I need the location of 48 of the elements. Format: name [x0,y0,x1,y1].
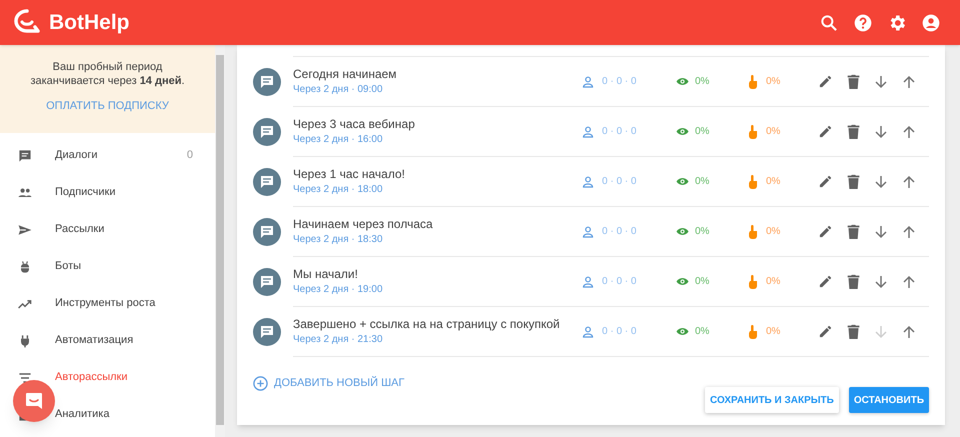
click-rate: 0% [766,175,782,189]
click-rate: 0% [766,325,782,339]
step-schedule: Через 2 дня · 16:00 [293,133,384,147]
view-rate: 0% [695,275,710,289]
nav-item[interactable]: Автоматизация [0,322,215,359]
step-schedule: Через 2 дня · 21:30 [293,333,384,347]
nav-item[interactable]: Боты [0,248,215,285]
click-rate: 0% [766,275,782,289]
click-rate: 0% [766,75,782,89]
nav-item[interactable]: Подписчики [0,174,215,211]
click-rate: 0% [766,125,782,139]
subscriber-stats: 0 · 0 · 0 [602,325,638,339]
nav-label: Инструменты роста [55,296,156,312]
subscriber-stats: 0 · 0 · 0 [602,275,638,289]
nav-item[interactable]: Рассылки [0,211,215,248]
trial-message: Ваш пробный период заканчивается через 14 дней. [29,60,186,88]
logo-text: BotHelp [49,10,130,36]
subscriber-stats: 0 · 0 · 0 [602,225,638,239]
view-rate: 0% [695,325,710,339]
step-title: Начинаем через полчаса [293,216,434,232]
nav-label: Авторассылки [55,370,128,386]
subscriber-stats: 0 · 0 · 0 [602,125,638,139]
step-title: Мы начали! [293,266,359,282]
step-title: Через 3 часа вебинар [293,116,416,132]
view-rate: 0% [695,225,710,239]
step-title: Завершено + ссылка на на страницу с покупкой [293,316,561,332]
step-title: Через 1 час начало! [293,166,406,182]
nav-label: Автоматизация [55,333,134,348]
subscriber-stats: 0 · 0 · 0 [602,75,638,89]
step-schedule: Через 2 дня · 09:00 [293,83,384,97]
step-schedule: Через 2 дня · 19:00 [293,283,384,297]
nav-label: Аналитика [55,407,110,422]
nav-label: Диалоги [55,148,98,164]
nav-label: Боты [55,259,82,274]
nav-item[interactable]: Диалоги 0 [0,137,215,174]
view-rate: 0% [695,175,710,189]
nav-item[interactable]: Авторассылки [0,359,215,396]
unread-count: 0 [186,148,193,164]
nav-label: Рассылки [55,222,104,238]
step-schedule: Через 2 дня · 18:30 [293,233,384,247]
step-schedule: Через 2 дня · 18:00 [293,183,384,197]
click-rate: 0% [766,225,782,239]
view-rate: 0% [695,75,710,89]
subscriber-stats: 0 · 0 · 0 [602,175,638,189]
nav-item[interactable]: Инструменты роста [0,285,215,322]
step-title: Сегодня начинаем [293,66,398,82]
view-rate: 0% [695,125,710,139]
nav-label: Подписчики [55,185,116,200]
